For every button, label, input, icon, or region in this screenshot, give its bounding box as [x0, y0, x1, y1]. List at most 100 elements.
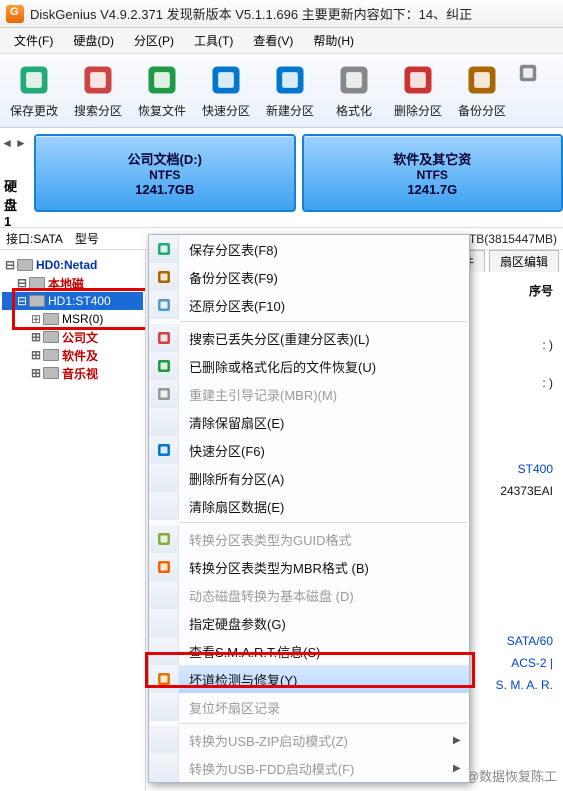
menu-1[interactable]: 硬盘(D) — [63, 28, 124, 53]
partition-fs: NTFS — [417, 168, 448, 182]
menu-4[interactable]: 查看(V) — [243, 28, 303, 53]
ctx-label: 转换分区表类型为MBR格式 (B) — [179, 558, 453, 577]
submenu-arrow-icon: ▶ — [453, 735, 469, 746]
disk-icon — [43, 331, 59, 343]
ctx-label: 指定硬盘参数(G) — [179, 614, 453, 633]
expand-icon[interactable]: ⊞ — [30, 348, 42, 362]
tree-node-6[interactable]: ⊞ 音乐视 — [2, 364, 143, 382]
recover-icon — [149, 352, 179, 380]
blank-icon — [149, 408, 179, 436]
expand-icon[interactable]: ⊞ — [30, 312, 42, 326]
tree-label: MSR(0) — [62, 312, 103, 326]
expand-icon[interactable]: ⊞ — [30, 330, 42, 344]
partition-block-1[interactable]: 软件及其它资NTFS1241.7G — [302, 134, 563, 212]
recover-icon — [144, 62, 180, 98]
menu-3[interactable]: 工具(T) — [184, 28, 243, 53]
window-title: DiskGenius V4.9.2.371 发现新版本 V5.1.1.696 主… — [30, 4, 472, 23]
partition-size: 1241.7GB — [135, 182, 194, 197]
ctx-label: 重建主引导记录(MBR)(M) — [179, 385, 453, 404]
more-icon — [517, 62, 539, 84]
menu-2[interactable]: 分区(P) — [124, 28, 184, 53]
partition-size: 1241.7G — [407, 182, 457, 197]
ctx-item-5[interactable]: 已删除或格式化后的文件恢复(U) — [149, 352, 469, 380]
tab-sector-edit[interactable]: 扇区编辑 — [489, 250, 559, 272]
ctx-item-9[interactable]: 删除所有分区(A) — [149, 464, 469, 492]
toolbar-label: 保存更改 — [10, 102, 58, 119]
toolbar-save-button[interactable]: 保存更改 — [2, 58, 66, 127]
ctx-label: 快速分区(F6) — [179, 441, 453, 460]
tree-label: 本地磁 — [48, 275, 84, 292]
tree-node-4[interactable]: ⊞公司文 — [2, 328, 143, 346]
tree-node-3[interactable]: ⊞ MSR(0) — [2, 310, 143, 328]
partition-name: 公司文档(D:) — [128, 149, 202, 168]
toolbar-recover-button[interactable]: 恢复文件 — [130, 58, 194, 127]
prev-disk-icon[interactable]: ◄ — [1, 136, 13, 150]
toolbar-backup-button[interactable]: 备份分区 — [450, 58, 514, 127]
toolbar-quick-button[interactable]: 快速分区 — [194, 58, 258, 127]
tree-label: 软件及 — [62, 347, 98, 364]
partition-block-0[interactable]: 公司文档(D:)NTFS1241.7GB — [34, 134, 296, 212]
guid-icon — [149, 525, 179, 553]
blank-icon — [149, 726, 179, 754]
menu-0[interactable]: 文件(F) — [4, 28, 63, 53]
expand-icon[interactable]: ⊟ — [16, 294, 28, 308]
ctx-item-13[interactable]: 转换分区表类型为MBR格式 (B) — [149, 553, 469, 581]
tree-node-2[interactable]: ⊟HD1:ST400 — [2, 292, 143, 310]
ctx-item-15[interactable]: 指定硬盘参数(G) — [149, 609, 469, 637]
toolbar-new-button[interactable]: 新建分区 — [258, 58, 322, 127]
save-icon — [149, 235, 179, 263]
interface-label: 接口:SATA — [6, 230, 63, 247]
ctx-item-10[interactable]: 清除扇区数据(E) — [149, 492, 469, 520]
info-line-b: : ) — [496, 372, 553, 394]
disk-icon — [43, 313, 59, 325]
ctx-label: 查看S.M.A.R.T.信息(S) — [179, 642, 453, 661]
ctx-label: 删除所有分区(A) — [179, 469, 453, 488]
ctx-item-17[interactable]: 坏道检测与修复(Y) — [149, 665, 469, 693]
ctx-item-20: 转换为USB-ZIP启动模式(Z)▶ — [149, 726, 469, 754]
blank-icon — [149, 464, 179, 492]
ctx-item-2[interactable]: 还原分区表(F10) — [149, 291, 469, 319]
detail-info-column: 序号 : ) : ) ST400 24373EAI SATA/60 ACS-2 … — [496, 280, 553, 696]
blank-icon — [149, 609, 179, 637]
toolbar-format-button[interactable]: 格式化 — [322, 58, 386, 127]
ctx-label: 还原分区表(F10) — [179, 296, 453, 315]
tree-node-0[interactable]: ⊟HD0:Netad — [2, 256, 143, 274]
ctx-item-8[interactable]: 快速分区(F6) — [149, 436, 469, 464]
info-smart: S. M. A. R. — [496, 674, 553, 696]
expand-icon[interactable]: ⊞ — [30, 366, 42, 380]
delete-icon — [400, 62, 436, 98]
search-icon — [149, 324, 179, 352]
tree-node-1[interactable]: ⊟ 本地磁 — [2, 274, 143, 292]
blank-icon — [149, 754, 179, 782]
menu-separator — [179, 321, 467, 322]
search-icon — [80, 62, 116, 98]
tree-label: 音乐视 — [62, 365, 98, 382]
next-disk-icon[interactable]: ► — [15, 136, 27, 150]
ctx-item-1[interactable]: 备份分区表(F9) — [149, 263, 469, 291]
expand-icon[interactable]: ⊟ — [4, 258, 16, 272]
info-model: ST400 — [496, 458, 553, 480]
toolbar-delete-button[interactable]: 删除分区 — [386, 58, 450, 127]
menu-bar: 文件(F)硬盘(D)分区(P)工具(T)查看(V)帮助(H) — [0, 28, 563, 54]
info-acs: ACS-2 | — [496, 652, 553, 674]
ctx-item-16[interactable]: 查看S.M.A.R.T.信息(S) — [149, 637, 469, 665]
expand-icon[interactable]: ⊟ — [16, 276, 28, 290]
menu-5[interactable]: 帮助(H) — [303, 28, 364, 53]
app-logo-icon — [6, 5, 24, 23]
quick-icon — [208, 62, 244, 98]
toolbar-label: 搜索分区 — [74, 102, 122, 119]
ctx-item-4[interactable]: 搜索已丢失分区(重建分区表)(L) — [149, 324, 469, 352]
ctx-label: 转换为USB-FDD启动模式(F) — [179, 759, 453, 778]
toolbar-more-button[interactable] — [514, 58, 542, 127]
ctx-item-21: 转换为USB-FDD启动模式(F)▶ — [149, 754, 469, 782]
disk-icon — [43, 367, 59, 379]
menu-separator — [179, 723, 467, 724]
mbr-icon — [149, 380, 179, 408]
ctx-item-14: 动态磁盘转换为基本磁盘 (D) — [149, 581, 469, 609]
toolbar-search-button[interactable]: 搜索分区 — [66, 58, 130, 127]
tree-node-5[interactable]: ⊞ 软件及 — [2, 346, 143, 364]
ctx-item-0[interactable]: 保存分区表(F8) — [149, 235, 469, 263]
tombr-icon — [149, 553, 179, 581]
ctx-item-7[interactable]: 清除保留扇区(E) — [149, 408, 469, 436]
info-interface: SATA/60 — [496, 630, 553, 652]
